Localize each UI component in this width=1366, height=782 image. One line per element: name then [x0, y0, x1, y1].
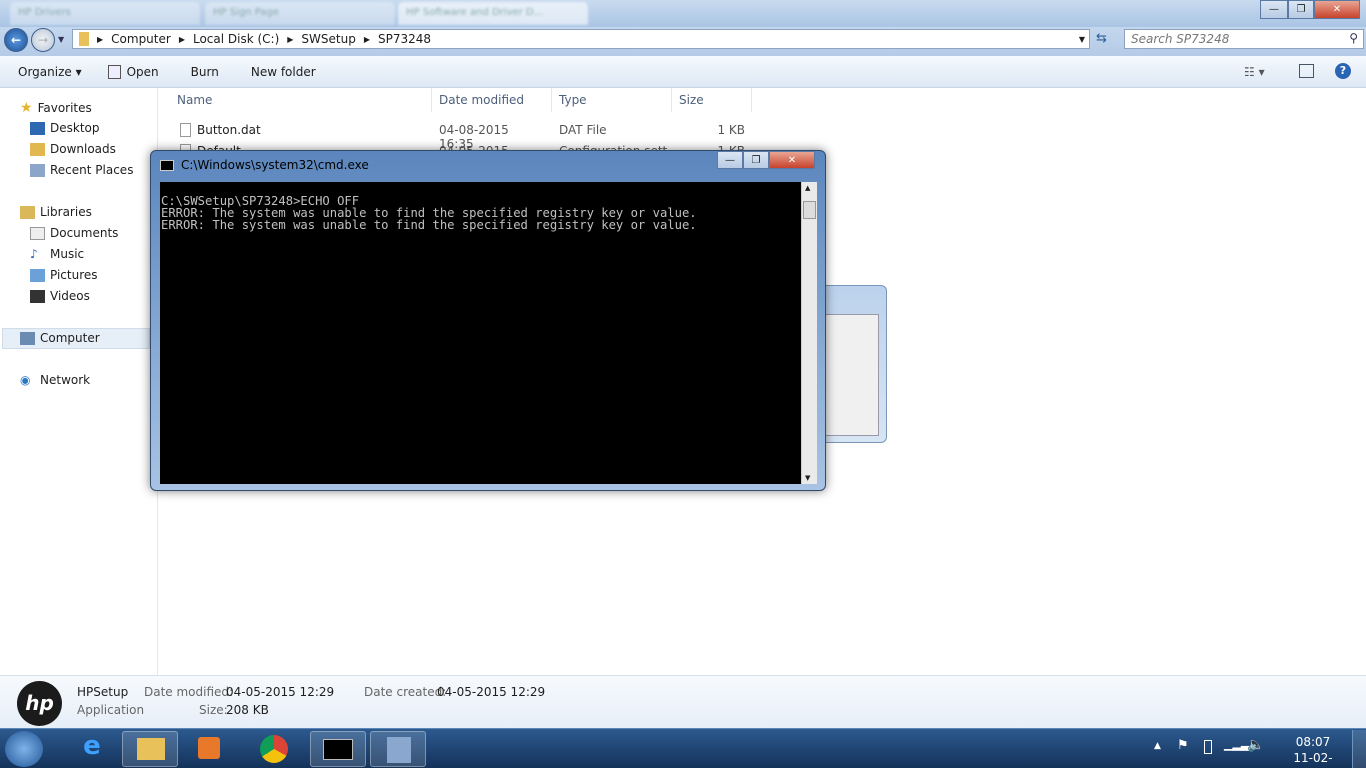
- column-type[interactable]: Type: [552, 88, 672, 112]
- open-icon: [107, 64, 121, 79]
- scroll-up-icon[interactable]: ▲: [805, 184, 810, 192]
- burn-button[interactable]: Burn: [191, 65, 219, 79]
- show-hidden-icons[interactable]: ▲: [1154, 741, 1161, 751]
- hp-logo-icon: hp: [17, 681, 62, 726]
- new-folder-button[interactable]: New folder: [251, 65, 316, 79]
- nav-favorites[interactable]: Favorites: [38, 101, 92, 115]
- command-bar: Organize ▾ Open Burn New folder ☷ ▾ ?: [0, 56, 1366, 88]
- cmd-close-button[interactable]: ✕: [769, 151, 815, 169]
- maximize-button[interactable]: ❐: [1288, 0, 1314, 19]
- search-placeholder: Search SP73248: [1131, 32, 1230, 46]
- browser-title-bar: HP Drivers HP Sign Page HP Software and …: [0, 0, 1366, 27]
- address-bar-row: ← → ▼ ▶ Computer ▶ Local Disk (C:) ▶ SWSetu…: [0, 27, 1366, 56]
- clock-date: 11-02-2016: [1293, 751, 1333, 781]
- close-button[interactable]: ✕: [1314, 0, 1360, 19]
- forward-button[interactable]: →: [31, 28, 55, 52]
- nav-pictures[interactable]: Pictures: [50, 268, 98, 282]
- nav-documents[interactable]: Documents: [50, 226, 118, 240]
- help-icon[interactable]: ?: [1335, 63, 1351, 79]
- nav-desktop[interactable]: Desktop: [50, 121, 100, 135]
- recent-places-icon: [30, 163, 45, 177]
- show-desktop-button[interactable]: [1352, 730, 1366, 768]
- taskbar: e ▲ ⚑ ▁▂▃ 🔈 08:07 11-02-2016: [0, 728, 1366, 781]
- background-dialog: [826, 285, 887, 443]
- cmd-maximize-button[interactable]: ❐: [743, 151, 769, 169]
- detail-kind: Application: [77, 703, 145, 717]
- address-bar[interactable]: ▶ Computer ▶ Local Disk (C:) ▶ SWSetup ▶ SP7…: [72, 29, 1090, 49]
- star-icon: ★: [20, 100, 33, 116]
- battery-icon[interactable]: [1204, 740, 1212, 754]
- breadcrumb-item[interactable]: SP73248: [378, 32, 431, 46]
- browser-tab[interactable]: HP Software and Driver D...: [398, 2, 588, 25]
- folder-icon: [79, 32, 89, 46]
- documents-icon: [30, 226, 45, 240]
- browser-tab[interactable]: HP Sign Page: [205, 2, 395, 25]
- cmd-icon: [160, 160, 174, 171]
- column-date-modified[interactable]: Date modified: [432, 88, 552, 112]
- nav-network[interactable]: Network: [40, 373, 90, 387]
- column-size[interactable]: Size: [672, 88, 752, 112]
- console-scrollbar[interactable]: ▲ ▼: [801, 182, 817, 484]
- column-name[interactable]: Name: [170, 88, 432, 112]
- videos-icon: [30, 289, 45, 303]
- clock-time: 08:07: [1295, 735, 1331, 749]
- internet-explorer-icon[interactable]: e: [64, 731, 120, 767]
- computer-icon: [20, 331, 35, 345]
- downloads-icon: [30, 142, 45, 156]
- start-button[interactable]: [5, 731, 43, 767]
- breadcrumb-item[interactable]: SWSetup: [301, 32, 355, 46]
- preview-pane-icon[interactable]: [1299, 64, 1314, 78]
- recent-pages-dropdown-icon[interactable]: ▼: [58, 35, 64, 44]
- media-player-icon[interactable]: [180, 731, 236, 767]
- scroll-thumb[interactable]: [803, 201, 816, 219]
- column-headers: Name Date modified Type Size: [170, 88, 752, 112]
- open-button[interactable]: Open: [127, 65, 159, 79]
- organize-button[interactable]: Organize ▾: [18, 65, 82, 79]
- browser-tab[interactable]: HP Drivers: [10, 2, 200, 25]
- view-options-icon[interactable]: ☷ ▾: [1244, 65, 1265, 79]
- date-modified-label: Date modified:: [144, 685, 234, 699]
- minimize-button[interactable]: —: [1260, 0, 1288, 19]
- chrome-icon[interactable]: [246, 731, 302, 767]
- date-modified-value: 04-05-2015 12:29: [226, 685, 335, 699]
- breadcrumb-item[interactable]: Computer: [111, 32, 171, 46]
- action-center-flag-icon[interactable]: ⚑: [1177, 738, 1189, 753]
- scroll-down-icon[interactable]: ▼: [805, 474, 810, 482]
- setup-taskbar-icon[interactable]: [370, 731, 426, 767]
- date-created-value: 04-05-2015 12:29: [437, 685, 546, 699]
- detail-name: HPSetup: [77, 685, 129, 699]
- console-output[interactable]: C:\SWSetup\SP73248>ECHO OFF ERROR: The s…: [160, 182, 801, 484]
- pictures-icon: [30, 268, 45, 282]
- date-created-label: Date created:: [364, 685, 447, 699]
- nav-recent-places[interactable]: Recent Places: [50, 163, 133, 177]
- network-icon: ◉: [20, 373, 31, 387]
- cmd-minimize-button[interactable]: —: [717, 151, 743, 169]
- details-pane: hp HPSetup Application Date modified: 04…: [0, 675, 1366, 728]
- volume-icon[interactable]: 🔈: [1247, 737, 1264, 753]
- nav-music[interactable]: Music: [50, 247, 84, 261]
- cmd-taskbar-icon[interactable]: [310, 731, 366, 767]
- size-label: Size:: [199, 703, 228, 717]
- back-button[interactable]: ←: [4, 28, 28, 52]
- size-value: 208 KB: [226, 703, 269, 717]
- nav-libraries[interactable]: Libraries: [40, 205, 92, 219]
- file-icon: [180, 123, 191, 137]
- desktop-icon: [30, 121, 45, 135]
- network-signal-icon[interactable]: ▁▂▃: [1224, 738, 1249, 751]
- search-input[interactable]: Search SP73248 ⚲: [1124, 29, 1364, 49]
- navigation-pane: ★ Favorites Desktop Downloads Recent Plac…: [0, 88, 158, 675]
- cmd-window[interactable]: C:\Windows\system32\cmd.exe — ❐ ✕ C:\SWS…: [150, 150, 826, 491]
- libraries-icon: [20, 205, 35, 219]
- cmd-title: C:\Windows\system32\cmd.exe: [181, 158, 369, 172]
- nav-computer[interactable]: Computer: [40, 331, 100, 345]
- clock[interactable]: 08:07 11-02-2016: [1280, 734, 1346, 782]
- nav-videos[interactable]: Videos: [50, 289, 90, 303]
- address-dropdown-icon[interactable]: ▼: [1079, 35, 1085, 44]
- search-icon: ⚲: [1349, 31, 1358, 45]
- nav-downloads[interactable]: Downloads: [50, 142, 116, 156]
- music-icon: ♪: [30, 247, 38, 261]
- refresh-icon[interactable]: ⇆: [1096, 31, 1107, 46]
- breadcrumb-item[interactable]: Local Disk (C:): [193, 32, 279, 46]
- explorer-taskbar-icon[interactable]: [122, 731, 178, 767]
